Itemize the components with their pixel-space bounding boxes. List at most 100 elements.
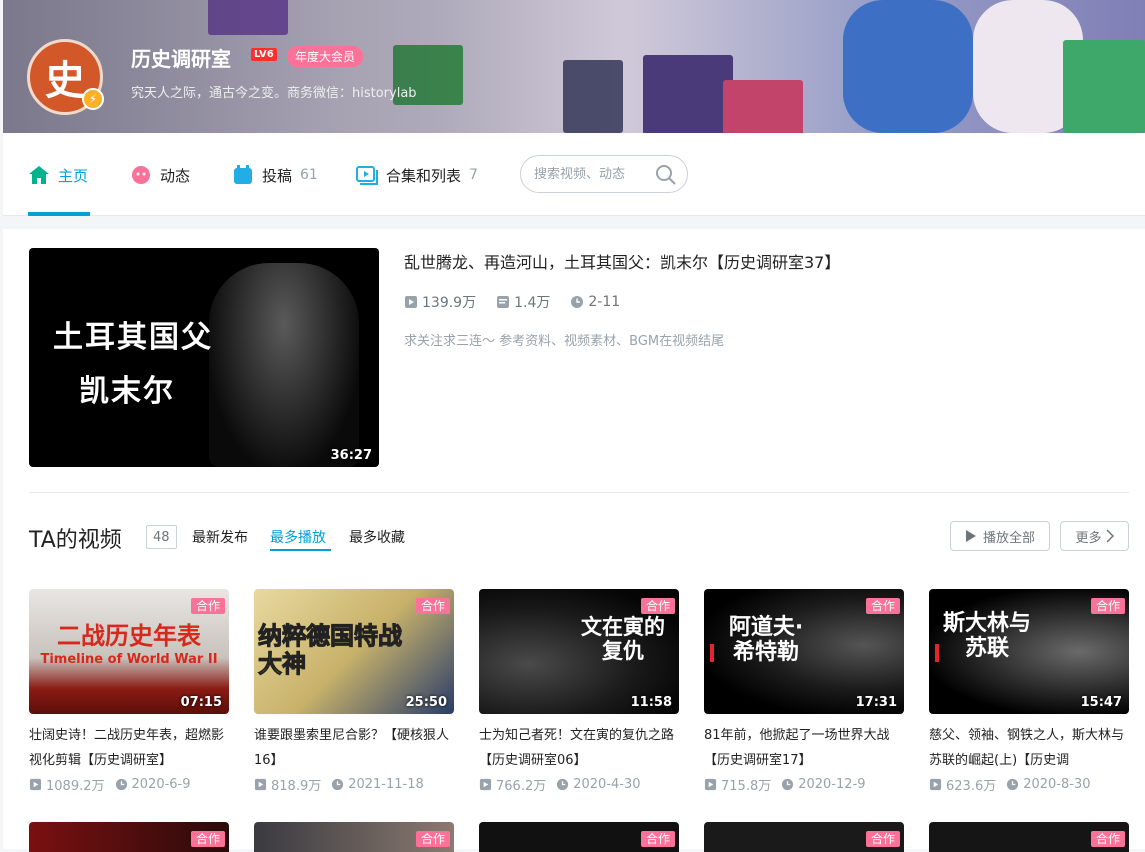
video-duration: 07:15 [180,695,222,710]
tab-upload-count: 61 [300,167,318,183]
video-title[interactable]: 壮阔史诗！二战历史年表，超燃影视化剪辑【历史调研室】 [29,723,229,773]
video-thumbnail[interactable]: 合作 [929,822,1129,852]
video-date: 2020-12-9 [781,775,866,794]
play-count-icon [29,778,42,791]
video-duration: 25:50 [405,695,447,710]
coop-badge: 合作 [865,831,900,847]
video-thumb-subtext: Timeline of World War II [40,652,218,667]
video-plays: 715.8万 [704,775,771,794]
video-card[interactable]: 斯大林与苏联 合作 15:47 慈父、领袖、钢铁之人，斯大林与苏联的崛起(上)【… [929,589,1129,794]
video-thumb-text: 二战历史年表 [57,622,201,650]
tab-most-played[interactable]: 最多播放 [270,527,326,547]
video-meta: 715.8万 2020-12-9 [704,775,904,794]
banner-decoration [1063,40,1145,133]
main-content: 土耳其国父 凯末尔 36:27 乱世腾龙、再造河山，土耳其国父：凯末尔【历史调研… [3,229,1145,852]
tab-dynamic-label: 动态 [160,166,191,185]
user-sign: 究天人之际，通古今之变。商务微信：historylab [131,86,417,101]
video-thumb-text: 纳粹德国特战大神 [258,622,403,678]
tab-collection[interactable]: 合集和列表 7 [356,163,478,187]
video-plays: 623.6万 [929,775,996,794]
username[interactable]: 历史调研室 [131,43,231,72]
vip-badge[interactable]: 年度大会员 [287,46,364,67]
tab-upload[interactable]: 投稿 61 [232,163,318,187]
video-thumbnail[interactable]: 阿道夫·希特勒 合作 17:31 [704,589,904,714]
home-icon [28,164,50,186]
video-thumb-text: 斯大林与苏联 [942,611,1031,662]
videos-count-badge: 48 [146,525,177,549]
more-button[interactable]: 更多 [1060,521,1129,551]
video-date: 2020-4-30 [556,775,641,794]
video-plays: 766.2万 [479,775,546,794]
featured-video-thumbnail[interactable]: 土耳其国父 凯末尔 36:27 [29,248,379,467]
search-input[interactable] [534,166,652,182]
clock-icon [332,778,344,791]
video-thumbnail[interactable]: 合作 [704,822,904,852]
video-thumbnail[interactable]: 合作 [29,822,229,852]
coop-badge: 合作 [190,831,225,847]
featured-meta: 139.9万 1.4万 2-11 [404,292,620,312]
tab-home[interactable]: 主页 [28,163,88,187]
chevron-right-icon [1105,529,1114,543]
coop-badge: 合作 [1090,831,1125,847]
featured-date-value: 2-11 [588,294,621,310]
play-count-icon [254,778,267,791]
video-plays-value: 1089.2万 [46,779,105,794]
video-thumbnail[interactable]: 纳粹德国特战大神 合作 25:50 [254,589,454,714]
video-thumbnail[interactable]: 文在寅的复仇 合作 11:58 [479,589,679,714]
video-title[interactable]: 士为知己者死！文在寅的复仇之路【历史调研室06】 [479,723,679,773]
active-tab-indicator [28,212,90,216]
play-count-icon [405,296,417,308]
featured-plays: 139.9万 [404,292,476,312]
coop-badge: 合作 [865,598,900,614]
tab-most-favorited[interactable]: 最多收藏 [349,527,405,547]
video-title[interactable]: 81年前，他掀起了一场世界大战【历史调研室17】 [704,723,904,773]
video-meta: 766.2万 2020-4-30 [479,775,679,794]
video-plays-value: 818.9万 [271,779,322,794]
avatar[interactable]: 史 ⚡ [27,39,104,115]
clock-icon [571,296,584,308]
clock-icon [1007,778,1019,791]
video-thumb-text: 阿道夫·希特勒 [728,615,804,666]
featured-date: 2-11 [570,292,620,312]
tab-upload-label: 投稿 [262,166,293,185]
video-date-value: 2020-4-30 [573,777,641,792]
video-plays-value: 623.6万 [946,779,997,794]
featured-thumb-line1: 土耳其国父 [53,320,213,355]
collection-icon [356,164,378,186]
video-duration: 11:58 [630,695,672,710]
video-title[interactable]: 慈父、领袖、钢铁之人，斯大林与苏联的崛起(上)【历史调 [929,723,1129,773]
video-title[interactable]: 谁要跟墨索里尼合影？【硬核狠人16】 [254,723,454,773]
video-duration: 17:31 [855,695,897,710]
tab-dynamic[interactable]: 动态 [130,163,190,187]
danmaku-icon [497,296,510,308]
featured-thumb-line2: 凯末尔 [79,374,175,409]
coop-badge: 合作 [190,598,225,614]
tab-latest[interactable]: 最新发布 [192,527,248,547]
featured-danmaku: 1.4万 [496,292,550,312]
search-box[interactable] [520,155,688,193]
video-plays: 818.9万 [254,775,321,794]
level-badge: LV6 [251,48,277,61]
banner-decoration [843,0,973,133]
video-thumbnail[interactable]: 合作 [254,822,454,852]
upload-icon [232,164,254,186]
featured-danmaku-value: 1.4万 [514,295,551,311]
clock-icon [115,778,127,791]
video-thumbnail[interactable]: 二战历史年表 Timeline of World War II 合作 07:15 [29,589,229,714]
video-card[interactable]: 文在寅的复仇 合作 11:58 士为知己者死！文在寅的复仇之路【历史调研室06】… [479,589,679,794]
video-card[interactable]: 纳粹德国特战大神 合作 25:50 谁要跟墨索里尼合影？【硬核狠人16】 818… [254,589,454,794]
video-card[interactable]: 阿道夫·希特勒 合作 17:31 81年前，他掀起了一场世界大战【历史调研室17… [704,589,904,794]
play-count-icon [704,778,717,791]
featured-video-title[interactable]: 乱世腾龙、再造河山，土耳其国父：凯末尔【历史调研室37】 [404,249,840,273]
video-thumbnail[interactable]: 斯大林与苏联 合作 15:47 [929,589,1129,714]
avatar-glyph: 史 [45,57,85,104]
search-icon[interactable] [655,164,677,190]
video-card[interactable]: 二战历史年表 Timeline of World War II 合作 07:15… [29,589,229,794]
more-label: 更多 [1075,530,1102,546]
banner-decoration [643,55,733,133]
play-count-icon [929,778,942,791]
video-thumbnail[interactable]: 合作 [479,822,679,852]
videos-section-title: TA的视频 [29,528,122,553]
play-all-button[interactable]: 播放全部 [950,521,1050,551]
video-meta: 818.9万 2021-11-18 [254,775,454,794]
